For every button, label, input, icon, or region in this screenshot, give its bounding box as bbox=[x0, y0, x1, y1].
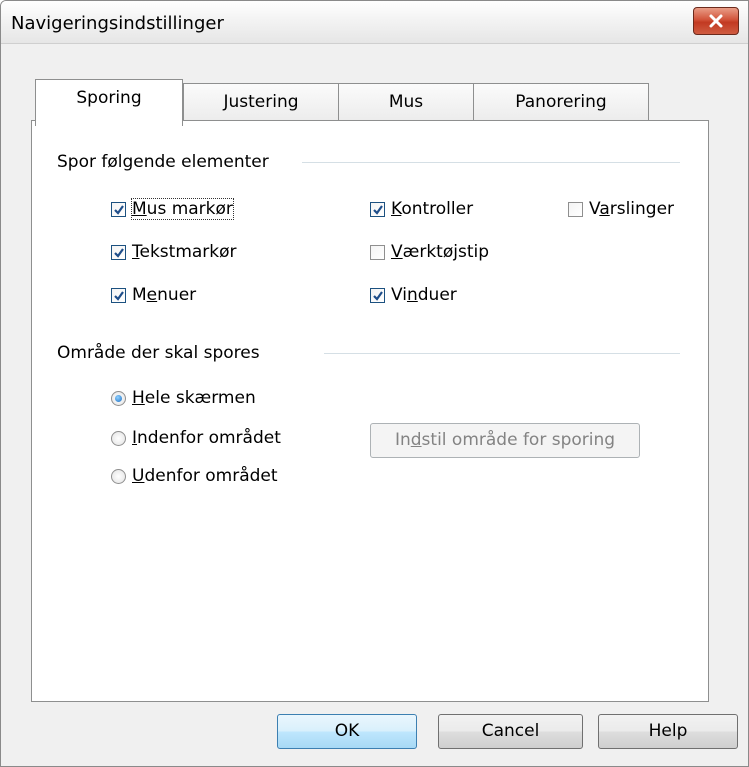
radio-indenfor-omradet[interactable]: Indenfor området bbox=[111, 428, 281, 448]
group-label-track: Spor følgende elementer bbox=[57, 152, 269, 172]
tab-justering[interactable]: Justering bbox=[183, 83, 339, 121]
checkmark-icon bbox=[373, 204, 383, 215]
checkbox-varslinger[interactable]: Varslinger bbox=[568, 199, 674, 219]
close-button[interactable] bbox=[693, 7, 739, 35]
help-button-label: Help bbox=[648, 721, 688, 741]
radio-button[interactable] bbox=[111, 468, 126, 484]
title-bar[interactable]: Navigeringsindstillinger bbox=[1, 1, 748, 44]
radio-label: Udenfor området bbox=[132, 466, 278, 486]
group-label-area: Område der skal spores bbox=[57, 343, 260, 363]
cancel-button[interactable]: Cancel bbox=[438, 714, 583, 749]
radio-button[interactable] bbox=[111, 390, 126, 406]
checkbox-label: Vinduer bbox=[391, 285, 457, 305]
cancel-button-label: Cancel bbox=[481, 721, 540, 741]
radio-hele-skaermen[interactable]: Hele skærmen bbox=[111, 388, 256, 408]
checkbox-vaerktojstip[interactable]: Værktøjstip bbox=[370, 242, 489, 262]
checkbox-box[interactable] bbox=[568, 201, 583, 217]
set-tracking-area-button[interactable]: Indstil område for sporing bbox=[370, 423, 640, 458]
checkbox-menuer[interactable]: Menuer bbox=[111, 285, 196, 305]
checkmark-icon bbox=[373, 290, 383, 301]
ok-button-label: OK bbox=[334, 721, 360, 741]
checkbox-label: Varslinger bbox=[589, 199, 675, 219]
close-icon bbox=[709, 14, 723, 28]
dialog-window: Navigeringsindstillinger Sporing Justeri… bbox=[0, 0, 749, 767]
radio-udenfor-omradet[interactable]: Udenfor området bbox=[111, 466, 278, 486]
checkmark-icon bbox=[114, 290, 124, 301]
checkbox-mus-markor[interactable]: Mus markør bbox=[111, 198, 234, 220]
checkbox-tekstmarkor[interactable]: Tekstmarkør bbox=[111, 242, 237, 262]
checkmark-icon bbox=[114, 204, 124, 215]
checkbox-box[interactable] bbox=[111, 201, 126, 217]
tab-panorering[interactable]: Panorering bbox=[473, 83, 649, 121]
checkbox-box[interactable] bbox=[370, 287, 385, 303]
tab-label: Panorering bbox=[515, 92, 607, 112]
ok-button[interactable]: OK bbox=[277, 714, 417, 749]
checkmark-icon bbox=[114, 247, 124, 258]
tab-label: Justering bbox=[223, 92, 299, 112]
checkbox-label: Menuer bbox=[132, 285, 197, 305]
help-button[interactable]: Help bbox=[598, 714, 738, 749]
checkbox-box[interactable] bbox=[111, 287, 126, 303]
checkbox-label: Mus markør bbox=[131, 198, 234, 220]
checkbox-box[interactable] bbox=[370, 244, 385, 260]
group-divider bbox=[302, 162, 680, 163]
checkbox-label: Tekstmarkør bbox=[132, 242, 237, 262]
checkbox-box[interactable] bbox=[111, 244, 126, 260]
checkbox-box[interactable] bbox=[370, 201, 385, 217]
tab-sporing[interactable]: Sporing bbox=[35, 79, 183, 126]
window-title: Navigeringsindstillinger bbox=[11, 13, 224, 34]
checkbox-label: Værktøjstip bbox=[391, 242, 489, 262]
radio-label: Indenfor området bbox=[132, 428, 281, 448]
radio-label: Hele skærmen bbox=[132, 388, 256, 408]
checkbox-label: Kontroller bbox=[391, 199, 474, 219]
tab-label: Mus bbox=[388, 92, 424, 112]
tab-label: Sporing bbox=[76, 88, 142, 108]
checkbox-kontroller[interactable]: Kontroller bbox=[370, 199, 473, 219]
tab-panel-sporing: Spor følgende elementer Mus markør Kontr… bbox=[31, 120, 709, 702]
radio-button[interactable] bbox=[111, 430, 126, 446]
group-divider bbox=[324, 353, 680, 354]
tab-mus[interactable]: Mus bbox=[338, 83, 474, 121]
checkbox-vinduer[interactable]: Vinduer bbox=[370, 285, 457, 305]
